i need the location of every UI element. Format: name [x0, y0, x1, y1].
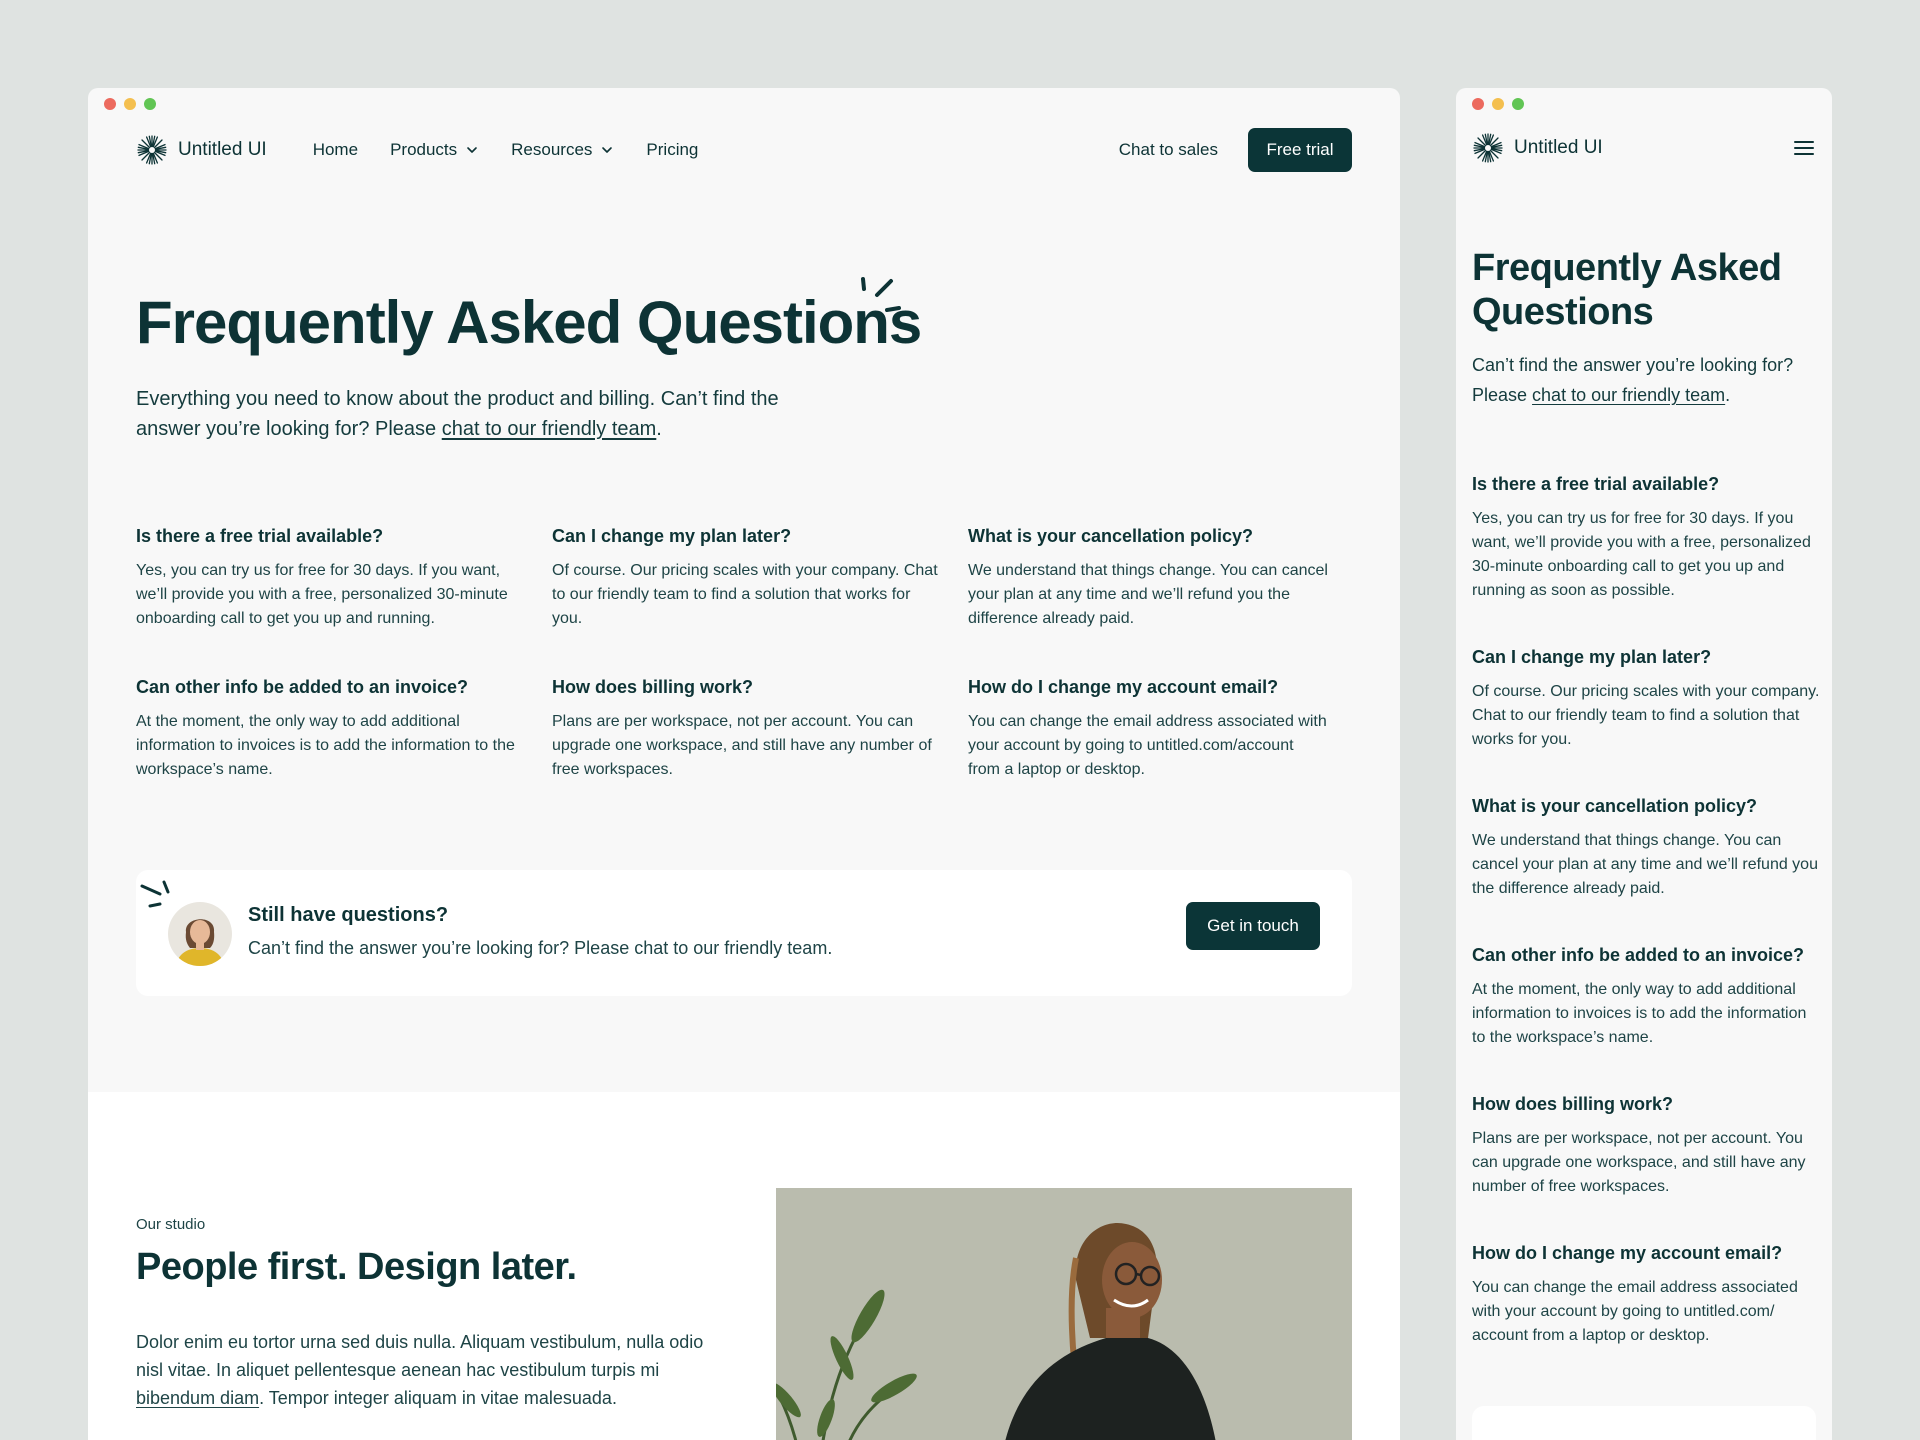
main-menu: Home Products Resources Pricing	[313, 140, 699, 160]
nav-products[interactable]: Products	[390, 140, 479, 160]
faq-answer: Of course. Our pricing scales with your …	[1472, 683, 1820, 748]
brand-logo[interactable]: Untitled UI	[1472, 132, 1603, 164]
nav-resources-label: Resources	[511, 140, 593, 159]
faq-answer: We understand that things change. You ca…	[968, 562, 1328, 627]
page-subtitle: Everything you need to know about the pr…	[136, 384, 816, 444]
faq-question: How does billing work?	[552, 677, 754, 697]
faq-question: How does billing work?	[1472, 1094, 1674, 1114]
still-have-questions-card: Still have questions? Can’t find the ans…	[136, 870, 1352, 996]
get-in-touch-button[interactable]: Get in touch	[1186, 902, 1320, 950]
faq-item: Can other info be added to an invoice? At…	[136, 677, 552, 782]
faq-answer: Yes, you can try us for free for 30 days…	[1472, 510, 1811, 599]
brand-name: Untitled UI	[1514, 137, 1603, 158]
faq-question: Can other info be added to an invoice?	[136, 677, 469, 697]
still-have-questions-card	[1472, 1406, 1816, 1440]
faq-item: Is there a free trial available? Yes, you…	[136, 526, 552, 631]
header-nav: Untitled UI Home Products Resources Pric…	[136, 128, 1352, 172]
nav-pricing[interactable]: Pricing	[646, 140, 698, 160]
subtitle-end: .	[1725, 385, 1731, 405]
faq-item: How does billing work? Plans are per work…	[552, 677, 968, 782]
bibendum-link[interactable]: bibendum diam	[136, 1388, 259, 1408]
section-body: Dolor enim eu tortor urna sed duis nulla…	[136, 1328, 726, 1412]
section-eyebrow: Our studio	[136, 1216, 206, 1233]
avatar	[168, 902, 232, 966]
page-title: Frequently Asked Questions	[136, 289, 922, 356]
faq-answer: You can change the email address associa…	[1472, 1279, 1798, 1344]
studio-photo	[776, 1188, 1352, 1440]
faq-item: How does billing work? Plans are per work…	[1472, 1094, 1822, 1199]
body-text: Dolor enim eu tortor urna sed duis nulla…	[136, 1332, 704, 1380]
starburst-logo-icon	[137, 135, 167, 165]
squiggle-decoration-icon	[140, 880, 170, 908]
faq-answer: At the moment, the only way to add addit…	[136, 713, 515, 778]
faq-answer: Of course. Our pricing scales with your …	[552, 562, 938, 627]
close-dot[interactable]	[1472, 98, 1484, 110]
faq-item: Can I change my plan later? Of course. Ou…	[552, 526, 968, 631]
faq-question: Can I change my plan later?	[552, 526, 792, 546]
starburst-logo-icon	[1473, 133, 1503, 163]
faq-list: Is there a free trial available? Yes, you…	[1472, 474, 1822, 1392]
window-controls	[104, 98, 156, 110]
maximize-dot[interactable]	[144, 98, 156, 110]
body-text-end: . Tempor integer aliquam in vitae malesu…	[259, 1388, 617, 1408]
faq-question: Is there a free trial available?	[1472, 474, 1720, 494]
faq-question: What is your cancellation policy?	[968, 526, 1254, 546]
faq-question: Is there a free trial available?	[136, 526, 384, 546]
faq-item: What is your cancellation policy? We unde…	[1472, 796, 1822, 901]
chat-team-link[interactable]: chat to our friendly team	[1532, 385, 1725, 405]
hamburger-menu-icon[interactable]	[1792, 136, 1816, 160]
faq-answer: You can change the email address associa…	[968, 713, 1327, 778]
close-dot[interactable]	[104, 98, 116, 110]
faq-item: How do I change my account email? You can…	[1472, 1243, 1822, 1348]
nav-actions: Chat to sales Free trial	[1119, 128, 1352, 172]
mobile-header: Untitled UI	[1472, 128, 1816, 168]
faq-answer: Plans are per workspace, not per account…	[552, 713, 932, 778]
window-controls	[1472, 98, 1524, 110]
mobile-window: Untitled UI Frequently Asked Questions C…	[1456, 88, 1832, 1440]
faq-question: What is your cancellation policy?	[1472, 796, 1758, 816]
chat-to-sales-link[interactable]: Chat to sales	[1119, 140, 1218, 160]
nav-home[interactable]: Home	[313, 140, 358, 160]
faq-question: How do I change my account email?	[1472, 1243, 1783, 1263]
faq-item: What is your cancellation policy? We unde…	[968, 526, 1352, 631]
faq-answer: Plans are per workspace, not per account…	[1472, 1130, 1806, 1195]
nav-home-label: Home	[312, 140, 359, 159]
squiggle-decoration-icon	[861, 277, 901, 312]
faq-answer: Yes, you can try us for free for 30 days…	[136, 562, 508, 627]
minimize-dot[interactable]	[124, 98, 136, 110]
desktop-window: Untitled UI Home Products Resources Pric…	[88, 88, 1400, 1440]
page-subtitle: Can’t find the answer you’re looking for…	[1472, 350, 1822, 410]
free-trial-button[interactable]: Free trial	[1248, 128, 1352, 172]
nav-pricing-label: Pricing	[646, 140, 699, 159]
cta-text: Can’t find the answer you’re looking for…	[248, 938, 833, 958]
faq-item: Can other info be added to an invoice? At…	[1472, 945, 1822, 1050]
faq-question: Can other info be added to an invoice?	[1472, 945, 1805, 965]
section-title: People first. Design later.	[136, 1246, 577, 1288]
cta-title: Still have questions?	[248, 904, 449, 926]
brand-logo[interactable]: Untitled UI	[136, 134, 267, 166]
faq-item: How do I change my account email? You can…	[968, 677, 1352, 782]
chat-team-link[interactable]: chat to our friendly team	[442, 418, 657, 440]
faq-question: How do I change my account email?	[968, 677, 1279, 697]
faq-grid: Is there a free trial available? Yes, you…	[136, 526, 1352, 782]
studio-section: Our studio People first. Design later. D…	[88, 1092, 1400, 1440]
faq-question: Can I change my plan later?	[1472, 647, 1712, 667]
page-title: Frequently Asked Questions	[1472, 247, 1782, 333]
brand-name: Untitled UI	[178, 139, 267, 160]
nav-resources[interactable]: Resources	[511, 140, 614, 160]
chevron-down-icon	[467, 147, 477, 153]
faq-answer: At the moment, the only way to add addit…	[1472, 981, 1807, 1046]
faq-item: Can I change my plan later? Of course. Ou…	[1472, 647, 1822, 752]
faq-item: Is there a free trial available? Yes, you…	[1472, 474, 1822, 603]
maximize-dot[interactable]	[1512, 98, 1524, 110]
minimize-dot[interactable]	[1492, 98, 1504, 110]
faq-answer: We understand that things change. You ca…	[1472, 832, 1818, 897]
nav-products-label: Products	[390, 140, 458, 159]
subtitle-end: .	[656, 418, 662, 440]
chevron-down-icon	[602, 147, 613, 153]
